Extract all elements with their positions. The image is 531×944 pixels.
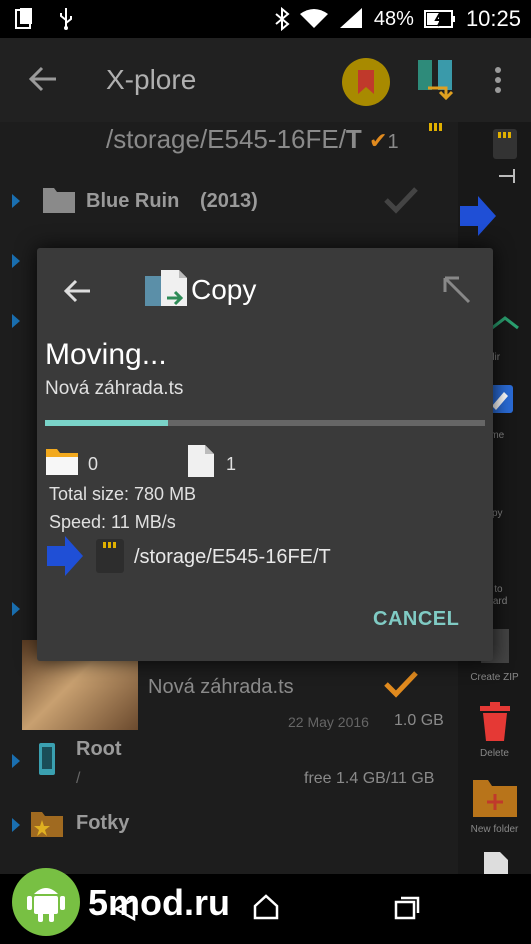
folder-count: 0 xyxy=(88,454,99,474)
storage-free: free 1.4 GB/11 GB xyxy=(304,770,435,787)
checkmark-icon: ✔ xyxy=(369,128,388,153)
folder-name: Blue Ruin xyxy=(86,190,180,212)
back-arrow-icon[interactable] xyxy=(26,62,60,96)
phone-storage-icon xyxy=(39,743,55,775)
file-date: 22 May 2016 xyxy=(288,714,369,730)
cancel-button[interactable]: CANCEL xyxy=(373,608,459,631)
folder-name: Fotky xyxy=(76,812,130,834)
storage-path: / xyxy=(76,770,81,787)
path-text: /storage/E545-16FE/ xyxy=(106,124,346,154)
bookmark-icon xyxy=(358,70,374,94)
bluetooth-icon xyxy=(275,7,290,31)
expand-arrow-icon[interactable] xyxy=(12,314,20,328)
expand-arrow-icon[interactable] xyxy=(12,194,20,208)
expand-arrow-icon[interactable] xyxy=(12,818,20,832)
destination-arrow-icon xyxy=(47,536,83,576)
create-zip-label[interactable]: Create ZIP xyxy=(458,672,531,683)
destination-row: /storage/E545-16FE/T xyxy=(45,534,485,578)
total-size: Total size: 780 MB xyxy=(49,484,197,504)
copy-dialog: Copy Moving... Nová záhrada.ts 0 1 Total… xyxy=(37,248,493,661)
sd-card-icon xyxy=(96,539,124,573)
android-robot-icon xyxy=(27,888,65,922)
app-title: X-plore xyxy=(106,64,197,95)
clock: 10:25 xyxy=(465,6,521,31)
current-file-name: Nová záhrada.ts xyxy=(45,378,184,399)
status-bar: 48% 10:25 xyxy=(0,0,531,38)
usb-icon xyxy=(60,8,72,30)
progress-fill xyxy=(45,420,169,426)
expand-arrow-icon[interactable] xyxy=(12,602,20,616)
checkmark-icon[interactable] xyxy=(384,670,418,698)
item-counts: 0 1 xyxy=(45,444,485,480)
battery-charging-icon xyxy=(423,10,455,28)
folder-icon xyxy=(46,449,78,475)
new-folder-icon[interactable] xyxy=(472,774,518,818)
folder-year: (2013) xyxy=(200,190,258,212)
favorite-folder-icon xyxy=(31,812,63,837)
transfer-panes-icon[interactable] xyxy=(416,58,456,102)
app-bar: X-plore xyxy=(0,38,531,122)
file-count: 1 xyxy=(226,454,237,474)
destination-path: /storage/E545-16FE/T xyxy=(134,546,331,568)
overflow-menu-icon[interactable] xyxy=(494,66,502,94)
watermark-text: 5mod.ru xyxy=(88,882,231,923)
path-bar[interactable]: /storage/E545-16FE/T ✔1 xyxy=(106,124,399,155)
expand-arrow-icon[interactable] xyxy=(12,754,20,768)
back-arrow-icon[interactable] xyxy=(63,276,93,306)
collapse-icon[interactable] xyxy=(498,168,518,184)
dialog-title: Copy xyxy=(191,274,257,305)
list-item[interactable]: Fotky xyxy=(0,802,458,854)
new-dir-icon[interactable] xyxy=(490,316,520,340)
file-name: Nová záhrada.ts xyxy=(148,676,294,698)
battery-percent: 48% xyxy=(373,7,414,30)
checkmark-icon[interactable] xyxy=(384,186,418,214)
transfer-speed: Speed: 11 MB/s xyxy=(49,512,176,532)
delete-icon[interactable] xyxy=(478,702,512,742)
list-item[interactable]: Blue Ruin (2013) xyxy=(0,174,458,226)
target-arrow-icon xyxy=(460,196,496,236)
sd-card-icon xyxy=(493,129,517,159)
new-folder-label[interactable]: New folder xyxy=(458,824,531,835)
progress-bar xyxy=(45,420,485,426)
file-icon xyxy=(188,445,214,477)
path-current-folder: T xyxy=(345,124,362,154)
signal-icon xyxy=(339,8,362,28)
operation-heading: Moving... xyxy=(45,338,167,371)
android-logo xyxy=(12,868,80,936)
wifi-icon xyxy=(299,9,328,28)
marked-count: 1 xyxy=(387,131,399,153)
file-icon xyxy=(484,852,508,874)
home-nav-icon[interactable] xyxy=(252,894,280,920)
file-size: 1.0 GB xyxy=(394,712,444,729)
list-item[interactable]: Root / free 1.4 GB/11 GB xyxy=(0,734,458,792)
bookmark-button[interactable] xyxy=(342,58,390,106)
delete-label[interactable]: Delete xyxy=(458,748,531,759)
folder-icon xyxy=(43,188,75,213)
maximize-arrow-icon[interactable] xyxy=(441,274,471,304)
storage-name: Root xyxy=(76,738,122,760)
sd-card-icon xyxy=(429,123,442,131)
expand-arrow-icon[interactable] xyxy=(12,254,20,268)
copy-files-icon xyxy=(145,270,187,306)
screenshot-notification-icon xyxy=(15,8,32,29)
recents-nav-icon[interactable] xyxy=(394,896,420,920)
